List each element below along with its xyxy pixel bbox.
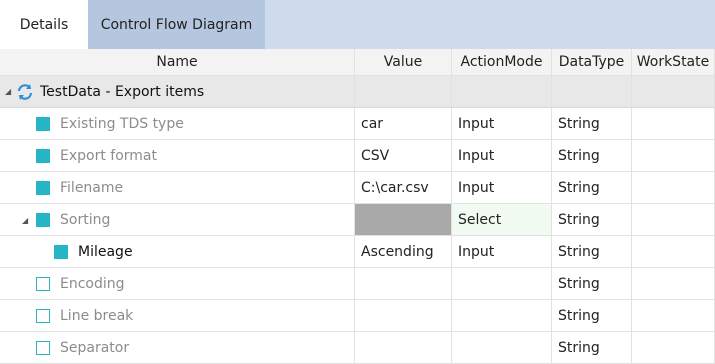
actionmode-cell[interactable] — [452, 332, 552, 364]
value-cell[interactable]: Ascending — [355, 236, 452, 268]
table-row[interactable]: Encoding String — [0, 268, 715, 300]
parameter-name: Export format — [60, 148, 157, 164]
parameter-name: Encoding — [60, 276, 125, 292]
parameter-name: Filename — [60, 180, 124, 196]
tab-control-flow-diagram[interactable]: Control Flow Diagram — [88, 0, 265, 49]
workstate-cell[interactable] — [632, 300, 715, 332]
datatype-cell[interactable]: String — [552, 204, 632, 236]
actionmode-cell[interactable] — [452, 300, 552, 332]
parameter-icon — [36, 341, 50, 355]
group-label: TestData - Export items — [40, 84, 205, 100]
actionmode-cell[interactable] — [452, 268, 552, 300]
name-cell: ◢ Sorting — [0, 204, 355, 236]
name-cell: Filename — [0, 172, 355, 204]
workstate-cell[interactable] — [632, 268, 715, 300]
name-cell: Export format — [0, 140, 355, 172]
table-row[interactable]: Existing TDS type car Input String — [0, 108, 715, 140]
actionmode-cell[interactable]: Select — [452, 204, 552, 236]
parameter-name: Mileage — [78, 244, 133, 260]
group-datatype-cell — [552, 76, 632, 108]
actionmode-cell[interactable]: Input — [452, 140, 552, 172]
workstate-cell[interactable] — [632, 172, 715, 204]
value-cell[interactable]: CSV — [355, 140, 452, 172]
value-cell[interactable]: car — [355, 108, 452, 140]
tab-bar: Details Control Flow Diagram — [0, 0, 715, 49]
name-cell: Line break — [0, 300, 355, 332]
collapse-arrow-icon[interactable]: ◢ — [5, 87, 11, 96]
datatype-cell[interactable]: String — [552, 140, 632, 172]
column-header-value[interactable]: Value — [355, 49, 452, 76]
table-row[interactable]: Separator String — [0, 332, 715, 364]
group-action-cell — [452, 76, 552, 108]
parameter-icon — [36, 117, 50, 131]
table-row[interactable]: Mileage Ascending Input String — [0, 236, 715, 268]
parameter-name: Line break — [60, 308, 134, 324]
parameter-icon — [54, 245, 68, 259]
workstate-cell[interactable] — [632, 332, 715, 364]
name-cell: Existing TDS type — [0, 108, 355, 140]
column-header-workstate[interactable]: WorkState — [632, 49, 715, 76]
table-row[interactable]: Export format CSV Input String — [0, 140, 715, 172]
parameter-icon — [36, 213, 50, 227]
column-header-actionmode[interactable]: ActionMode — [452, 49, 552, 76]
datatype-cell[interactable]: String — [552, 108, 632, 140]
group-name-cell: ◢ TestData - Export items — [0, 76, 355, 108]
workstate-cell[interactable] — [632, 204, 715, 236]
parameter-icon — [36, 181, 50, 195]
group-row[interactable]: ◢ TestData - Export items — [0, 76, 715, 108]
column-header-name[interactable]: Name — [0, 49, 355, 76]
datatype-cell[interactable]: String — [552, 268, 632, 300]
actionmode-cell[interactable]: Input — [452, 108, 552, 140]
parameter-icon — [36, 309, 50, 323]
datatype-cell[interactable]: String — [552, 332, 632, 364]
actionmode-cell[interactable]: Input — [452, 172, 552, 204]
column-header-datatype[interactable]: DataType — [552, 49, 632, 76]
parameter-icon — [36, 149, 50, 163]
workstate-cell[interactable] — [632, 236, 715, 268]
datatype-cell[interactable]: String — [552, 172, 632, 204]
group-workstate-cell — [632, 76, 715, 108]
value-cell[interactable]: C:\car.csv — [355, 172, 452, 204]
collapse-arrow-icon[interactable]: ◢ — [22, 216, 28, 225]
parameter-icon — [36, 277, 50, 291]
parameter-name: Existing TDS type — [60, 116, 184, 132]
table-row[interactable]: ◢ Sorting Select String — [0, 204, 715, 236]
name-cell: Separator — [0, 332, 355, 364]
name-cell: Encoding — [0, 268, 355, 300]
parameter-name: Separator — [60, 340, 130, 356]
table-row[interactable]: Filename C:\car.csv Input String — [0, 172, 715, 204]
datatype-cell[interactable]: String — [552, 300, 632, 332]
value-cell — [355, 204, 452, 236]
value-cell[interactable] — [355, 268, 452, 300]
datatype-cell[interactable]: String — [552, 236, 632, 268]
workstate-cell[interactable] — [632, 140, 715, 172]
refresh-icon — [15, 82, 35, 106]
value-cell[interactable] — [355, 332, 452, 364]
workstate-cell[interactable] — [632, 108, 715, 140]
actionmode-cell[interactable]: Input — [452, 236, 552, 268]
group-value-cell — [355, 76, 452, 108]
tab-details[interactable]: Details — [0, 0, 88, 49]
parameter-name: Sorting — [60, 212, 111, 228]
name-cell: Mileage — [0, 236, 355, 268]
table-row[interactable]: Line break String — [0, 300, 715, 332]
value-cell[interactable] — [355, 300, 452, 332]
